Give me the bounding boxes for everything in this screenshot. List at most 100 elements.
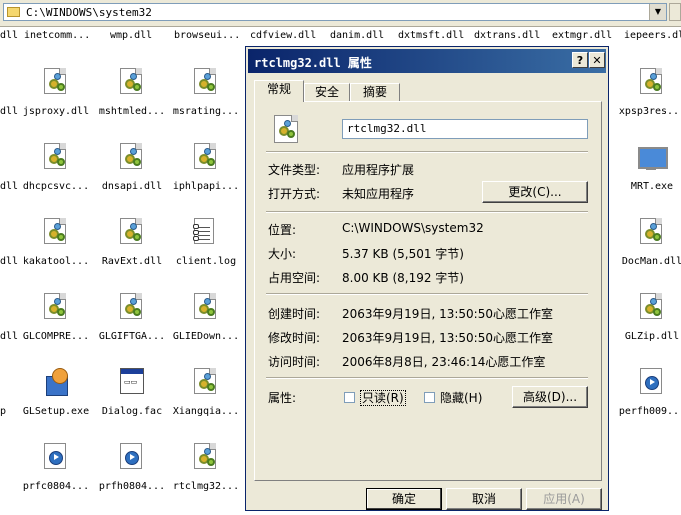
file-label[interactable]: dxtmsft.dll — [398, 30, 464, 41]
file-label[interactable]: dll — [0, 30, 18, 41]
file-label: Dialog.fac — [101, 406, 163, 417]
apply-button[interactable]: 应用(A) — [526, 488, 602, 510]
file-label: GLGIFTGA... — [98, 331, 166, 342]
ok-button[interactable]: 确定 — [366, 488, 442, 510]
tab-security[interactable]: 安全 — [304, 83, 350, 101]
file-label[interactable]: cdfview.dll — [250, 30, 316, 41]
log-icon — [193, 218, 214, 244]
file-item[interactable]: ▭▭ Dialog.fac — [94, 368, 170, 440]
file-label: MRT.exe — [630, 181, 674, 192]
tab-panel — [254, 101, 602, 481]
file-label: GLSetup.exe — [22, 406, 90, 417]
open-with-label: 打开方式: — [268, 187, 321, 201]
dll-icon — [44, 293, 66, 319]
file-item[interactable]: GLSetup.exe — [18, 368, 94, 440]
file-label[interactable]: inetcomm... — [24, 30, 90, 41]
cancel-button[interactable]: 取消 — [446, 488, 522, 510]
file-item[interactable]: DocMan.dll — [614, 218, 681, 290]
chevron-down-icon[interactable]: ▼ — [649, 4, 666, 20]
file-item[interactable]: perfh009... — [614, 368, 681, 440]
modified-value: 2063年9月19日, 13:50:50心愿工作室 — [342, 331, 553, 345]
file-item[interactable]: kakatool... — [18, 218, 94, 290]
file-label: DocMan.dll — [621, 256, 681, 267]
file-label[interactable]: browseui... — [174, 30, 240, 41]
file-item[interactable]: iphlpapi... — [168, 143, 244, 215]
close-button[interactable]: ✕ — [589, 52, 605, 68]
media-icon — [44, 443, 66, 469]
file-label[interactable]: dll — [0, 181, 18, 192]
file-label[interactable]: dll — [0, 331, 18, 342]
file-label: dnsapi.dll — [101, 181, 163, 192]
file-item[interactable]: jsproxy.dll — [18, 68, 94, 140]
dll-icon — [194, 293, 216, 319]
file-item[interactable]: GLIEDown... — [168, 293, 244, 365]
attributes-label: 属性: — [268, 391, 297, 405]
hidden-checkbox[interactable] — [424, 392, 435, 403]
folder-icon — [7, 7, 20, 17]
help-button[interactable]: ? — [572, 52, 588, 68]
dll-icon — [120, 68, 142, 94]
file-label: GLCOMPRE... — [22, 331, 90, 342]
dll-icon — [120, 218, 142, 244]
divider — [266, 151, 588, 153]
dll-icon — [194, 68, 216, 94]
hidden-label: 隐藏(H) — [440, 391, 483, 405]
change-button[interactable]: 更改(C)... — [482, 181, 588, 203]
address-path: C:\WINDOWS\system32 — [26, 6, 152, 19]
file-item[interactable]: xpsp3res... — [614, 68, 681, 140]
readonly-checkbox[interactable] — [344, 392, 355, 403]
file-item[interactable]: dnsapi.dll — [94, 143, 170, 215]
tab-general[interactable]: 常规 — [254, 80, 304, 102]
file-label[interactable]: danim.dll — [330, 30, 384, 41]
file-label[interactable]: dxtrans.dll — [474, 30, 540, 41]
file-item[interactable]: mshtmled... — [94, 68, 170, 140]
file-label: kakatool... — [22, 256, 90, 267]
file-label: jsproxy.dll — [22, 106, 90, 117]
disk-size-value: 8.00 KB (8,192 字节) — [342, 271, 464, 285]
file-label: GLZip.dll — [624, 331, 680, 342]
dialog-titlebar[interactable]: rtclmg32.dll 属性 ? ✕ — [248, 49, 606, 73]
created-label: 创建时间: — [268, 307, 321, 321]
filename-field[interactable]: rtclmg32.dll — [342, 119, 588, 139]
file-label[interactable]: wmp.dll — [110, 30, 152, 41]
file-label[interactable]: extmgr.dll — [552, 30, 612, 41]
file-label: RavExt.dll — [101, 256, 163, 267]
file-item[interactable]: GLGIFTGA... — [94, 293, 170, 365]
advanced-button[interactable]: 高级(D)... — [512, 386, 588, 408]
file-item[interactable]: msrating... — [168, 68, 244, 140]
file-label: prfc0804... — [22, 481, 90, 492]
disk-size-label: 占用空间: — [268, 271, 321, 285]
fac-icon: ▭▭ — [120, 368, 144, 394]
dll-icon — [44, 143, 66, 169]
file-item[interactable]: GLZip.dll — [614, 293, 681, 365]
file-item[interactable]: prfc0804... — [18, 443, 94, 515]
dll-icon — [120, 143, 142, 169]
dll-icon — [640, 68, 662, 94]
file-label: perfh009... — [618, 406, 681, 417]
file-label[interactable]: dll — [0, 256, 18, 267]
file-item[interactable]: RavExt.dll — [94, 218, 170, 290]
file-item[interactable]: prfh0804... — [94, 443, 170, 515]
file-label: mshtmled... — [98, 106, 166, 117]
file-item[interactable]: GLCOMPRE... — [18, 293, 94, 365]
address-field[interactable]: C:\WINDOWS\system32 ▼ — [3, 3, 667, 21]
open-with-value: 未知应用程序 — [342, 187, 415, 201]
file-label: GLIEDown... — [172, 331, 240, 342]
file-item[interactable]: client.log — [168, 218, 244, 290]
file-item[interactable]: MRT.exe — [614, 143, 681, 215]
file-label[interactable]: iepeers.dll — [624, 30, 681, 41]
file-item[interactable]: rtclmg32... — [168, 443, 244, 515]
scrollbar[interactable] — [669, 3, 681, 21]
file-item[interactable]: dhcpcsvc... — [18, 143, 94, 215]
readonly-label: 只读(R) — [360, 390, 406, 406]
file-label: Xiangqia... — [172, 406, 240, 417]
file-item[interactable]: Xiangqia... — [168, 368, 244, 440]
dialog-title: rtclmg32.dll 属性 — [254, 56, 372, 70]
file-label[interactable]: p — [0, 406, 6, 417]
type-label: 文件类型: — [268, 163, 321, 177]
file-label[interactable]: dll — [0, 106, 18, 117]
dll-icon — [194, 143, 216, 169]
media-icon — [640, 368, 662, 394]
file-label: client.log — [175, 256, 237, 267]
tab-summary[interactable]: 摘要 — [350, 83, 400, 101]
